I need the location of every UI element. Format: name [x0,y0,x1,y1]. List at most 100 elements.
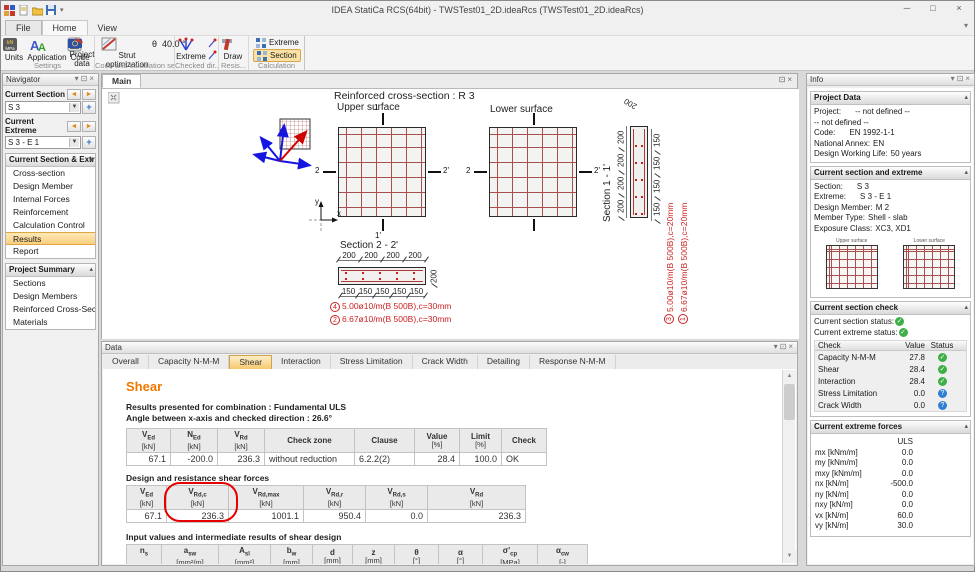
nav-item-design-member[interactable]: Design Member [6,180,95,193]
application-button[interactable]: AA Application [26,37,68,62]
save-icon[interactable] [46,4,57,16]
combo-dropdown-icon[interactable]: ▼ [69,103,79,112]
extreme-forces-header[interactable]: Current extreme forces ▴ [811,421,970,434]
collapse-icon[interactable]: ▴ [89,155,93,163]
drawing-canvas[interactable]: Reinforced cross-section : R 3 Upper sur… [102,89,799,339]
tab-main[interactable]: Main [102,74,142,88]
nav-item-calculation-control[interactable]: Calculation Control [6,219,95,232]
tab-interaction[interactable]: Interaction [272,355,331,369]
quickaccess-dropdown-icon[interactable]: ▾ [60,6,64,14]
quick-access-toolbar: ▾ [1,4,64,16]
data-close-icon[interactable]: × [788,342,795,351]
section11-right-dims: 150 150 150 150 [651,129,662,221]
force-row: nxy [kN/m] 0.0 [815,500,913,509]
tab-detailing[interactable]: Detailing [478,355,530,369]
tab-shear[interactable]: Shear [229,355,273,369]
combo-dropdown-icon[interactable]: ▼ [69,138,79,147]
navigator-panel: Navigator ▾⊡× Current Section ◄ ► S 3 ▼ +… [2,73,99,566]
checked-direction-icon-1[interactable] [207,38,217,48]
section-extreme-group-header[interactable]: Current Section & Extreme▴ [6,154,95,167]
collapse-icon[interactable]: ▴ [89,265,93,273]
calc-extreme-toggle[interactable]: Extreme [253,36,302,49]
ribbon-collapse-icon[interactable]: ▾ [964,21,968,30]
nav-item-materials[interactable]: Materials [6,316,95,329]
table-row: Shear 28.4 ✓ [818,364,947,374]
title-bar: ▾ IDEA StatiCa RCS(64bit) - TWSTest01_2D… [1,1,974,19]
units-button[interactable]: kN MPa Units [2,37,26,62]
nav-item-reinforced-cross-sections[interactable]: Reinforced Cross-Sections [6,303,95,316]
maximize-button[interactable]: □ [920,1,946,17]
section11-member [630,126,648,218]
prev-section-button[interactable]: ◄ [67,89,81,100]
checked-direction-icon-2[interactable] [207,50,217,60]
open-folder-icon[interactable] [32,5,43,16]
shear-heading: Shear [126,379,163,394]
tab-overall[interactable]: Overall [103,355,149,369]
navigator-close-icon[interactable]: × [89,74,96,83]
tab-response-nmm[interactable]: Response N-M-M [530,355,616,369]
nav-item-design-members[interactable]: Design Members [6,290,95,303]
close-button[interactable]: × [946,1,972,17]
combination-line: Results presented for combination : Fund… [126,402,347,412]
minimize-button[interactable]: ─ [894,1,920,17]
ribbon-group-calculation: Extreme Section Calculation [249,36,305,70]
group-label-checked-dir: Checked dir... [175,61,218,70]
cut-line [474,171,487,173]
group-label-calculation: Calculation [257,61,296,70]
lower-surface-grid [489,127,577,217]
tab-view[interactable]: View [88,21,127,35]
nav-item-report[interactable]: Report [6,245,95,258]
nav-item-reinforcement[interactable]: Reinforcement [6,206,95,219]
project-data-header[interactable]: Project Data ▴ [811,92,970,105]
scroll-up-icon[interactable]: ▲ [783,370,796,383]
lower-surface-thumbnail: Lower surface [903,238,956,289]
section22-right-dim: 200 [429,267,439,285]
axis-icon: y x [307,192,347,234]
tab-stress-limitation[interactable]: Stress Limitation [331,355,413,369]
nav-item-sections[interactable]: Sections [6,277,95,290]
new-file-icon[interactable] [18,4,29,16]
info-close-icon[interactable]: × [965,74,972,83]
next-section-button[interactable]: ► [82,89,96,100]
nav-item-results[interactable]: Results [6,232,95,245]
data-scrollbar[interactable]: ▲ ▼ [782,370,796,563]
current-extreme-combo[interactable]: S 3 - E 1 ▼ [5,136,81,149]
next-extreme-button[interactable]: ► [82,120,96,132]
ribbon: kNMPa Units AA Application § Code Proj [1,36,974,71]
force-row: vy [kN/m] 30.0 [815,521,913,530]
cut-mark-1: 1 [374,103,379,112]
add-extreme-button[interactable]: + [82,136,96,149]
tab-home[interactable]: Home [41,20,88,35]
section22-member [338,267,426,285]
scrollbar-thumb[interactable] [784,384,795,420]
status-ok-icon: ✓ [895,317,905,326]
prev-extreme-button[interactable]: ◄ [67,120,81,132]
tab-file[interactable]: File [5,20,42,35]
tab-capacity-nmm[interactable]: Capacity N-M-M [149,355,230,369]
collapse-icon[interactable]: ▴ [964,303,968,311]
current-section-combo[interactable]: S 3 ▼ [5,101,81,114]
section-check-header[interactable]: Current section check ▴ [811,302,970,315]
cut-line [428,171,441,173]
collapse-icon[interactable]: ▴ [964,168,968,176]
nav-item-internal-forces[interactable]: Internal Forces [6,193,95,206]
group-label-calc-settings: Code and calculation settings [95,61,174,70]
main-close-icon[interactable]: × [787,75,794,84]
table-row: Capacity N-M-M 27.8 ✓ [818,352,947,362]
section-status-row: Current section status: ✓ [814,317,905,326]
force-row: ny [kN/m] 0.0 [815,489,913,499]
add-section-button[interactable]: + [82,101,96,114]
nav-item-cross-section[interactable]: Cross-section [6,167,95,180]
project-summary-group-header[interactable]: Project Summary ▴ [6,264,95,277]
collapse-icon[interactable]: ▴ [964,93,968,101]
current-section-header[interactable]: Current section and extreme ▴ [811,166,970,180]
collapse-icon[interactable]: ▴ [964,422,968,430]
tab-crack-width[interactable]: Crack Width [413,355,478,369]
data-content: Shear Results presented for combination … [103,369,796,564]
scroll-down-icon[interactable]: ▼ [783,550,796,563]
zoom-fit-icon[interactable] [108,92,120,104]
draw-button[interactable]: Draw [220,37,246,61]
checked-extreme-button[interactable]: Extreme [176,37,206,61]
section-1-1-label: Section 1 - 1' [602,163,613,222]
force-row: my [kNm/m] 0.0 [815,458,913,467]
